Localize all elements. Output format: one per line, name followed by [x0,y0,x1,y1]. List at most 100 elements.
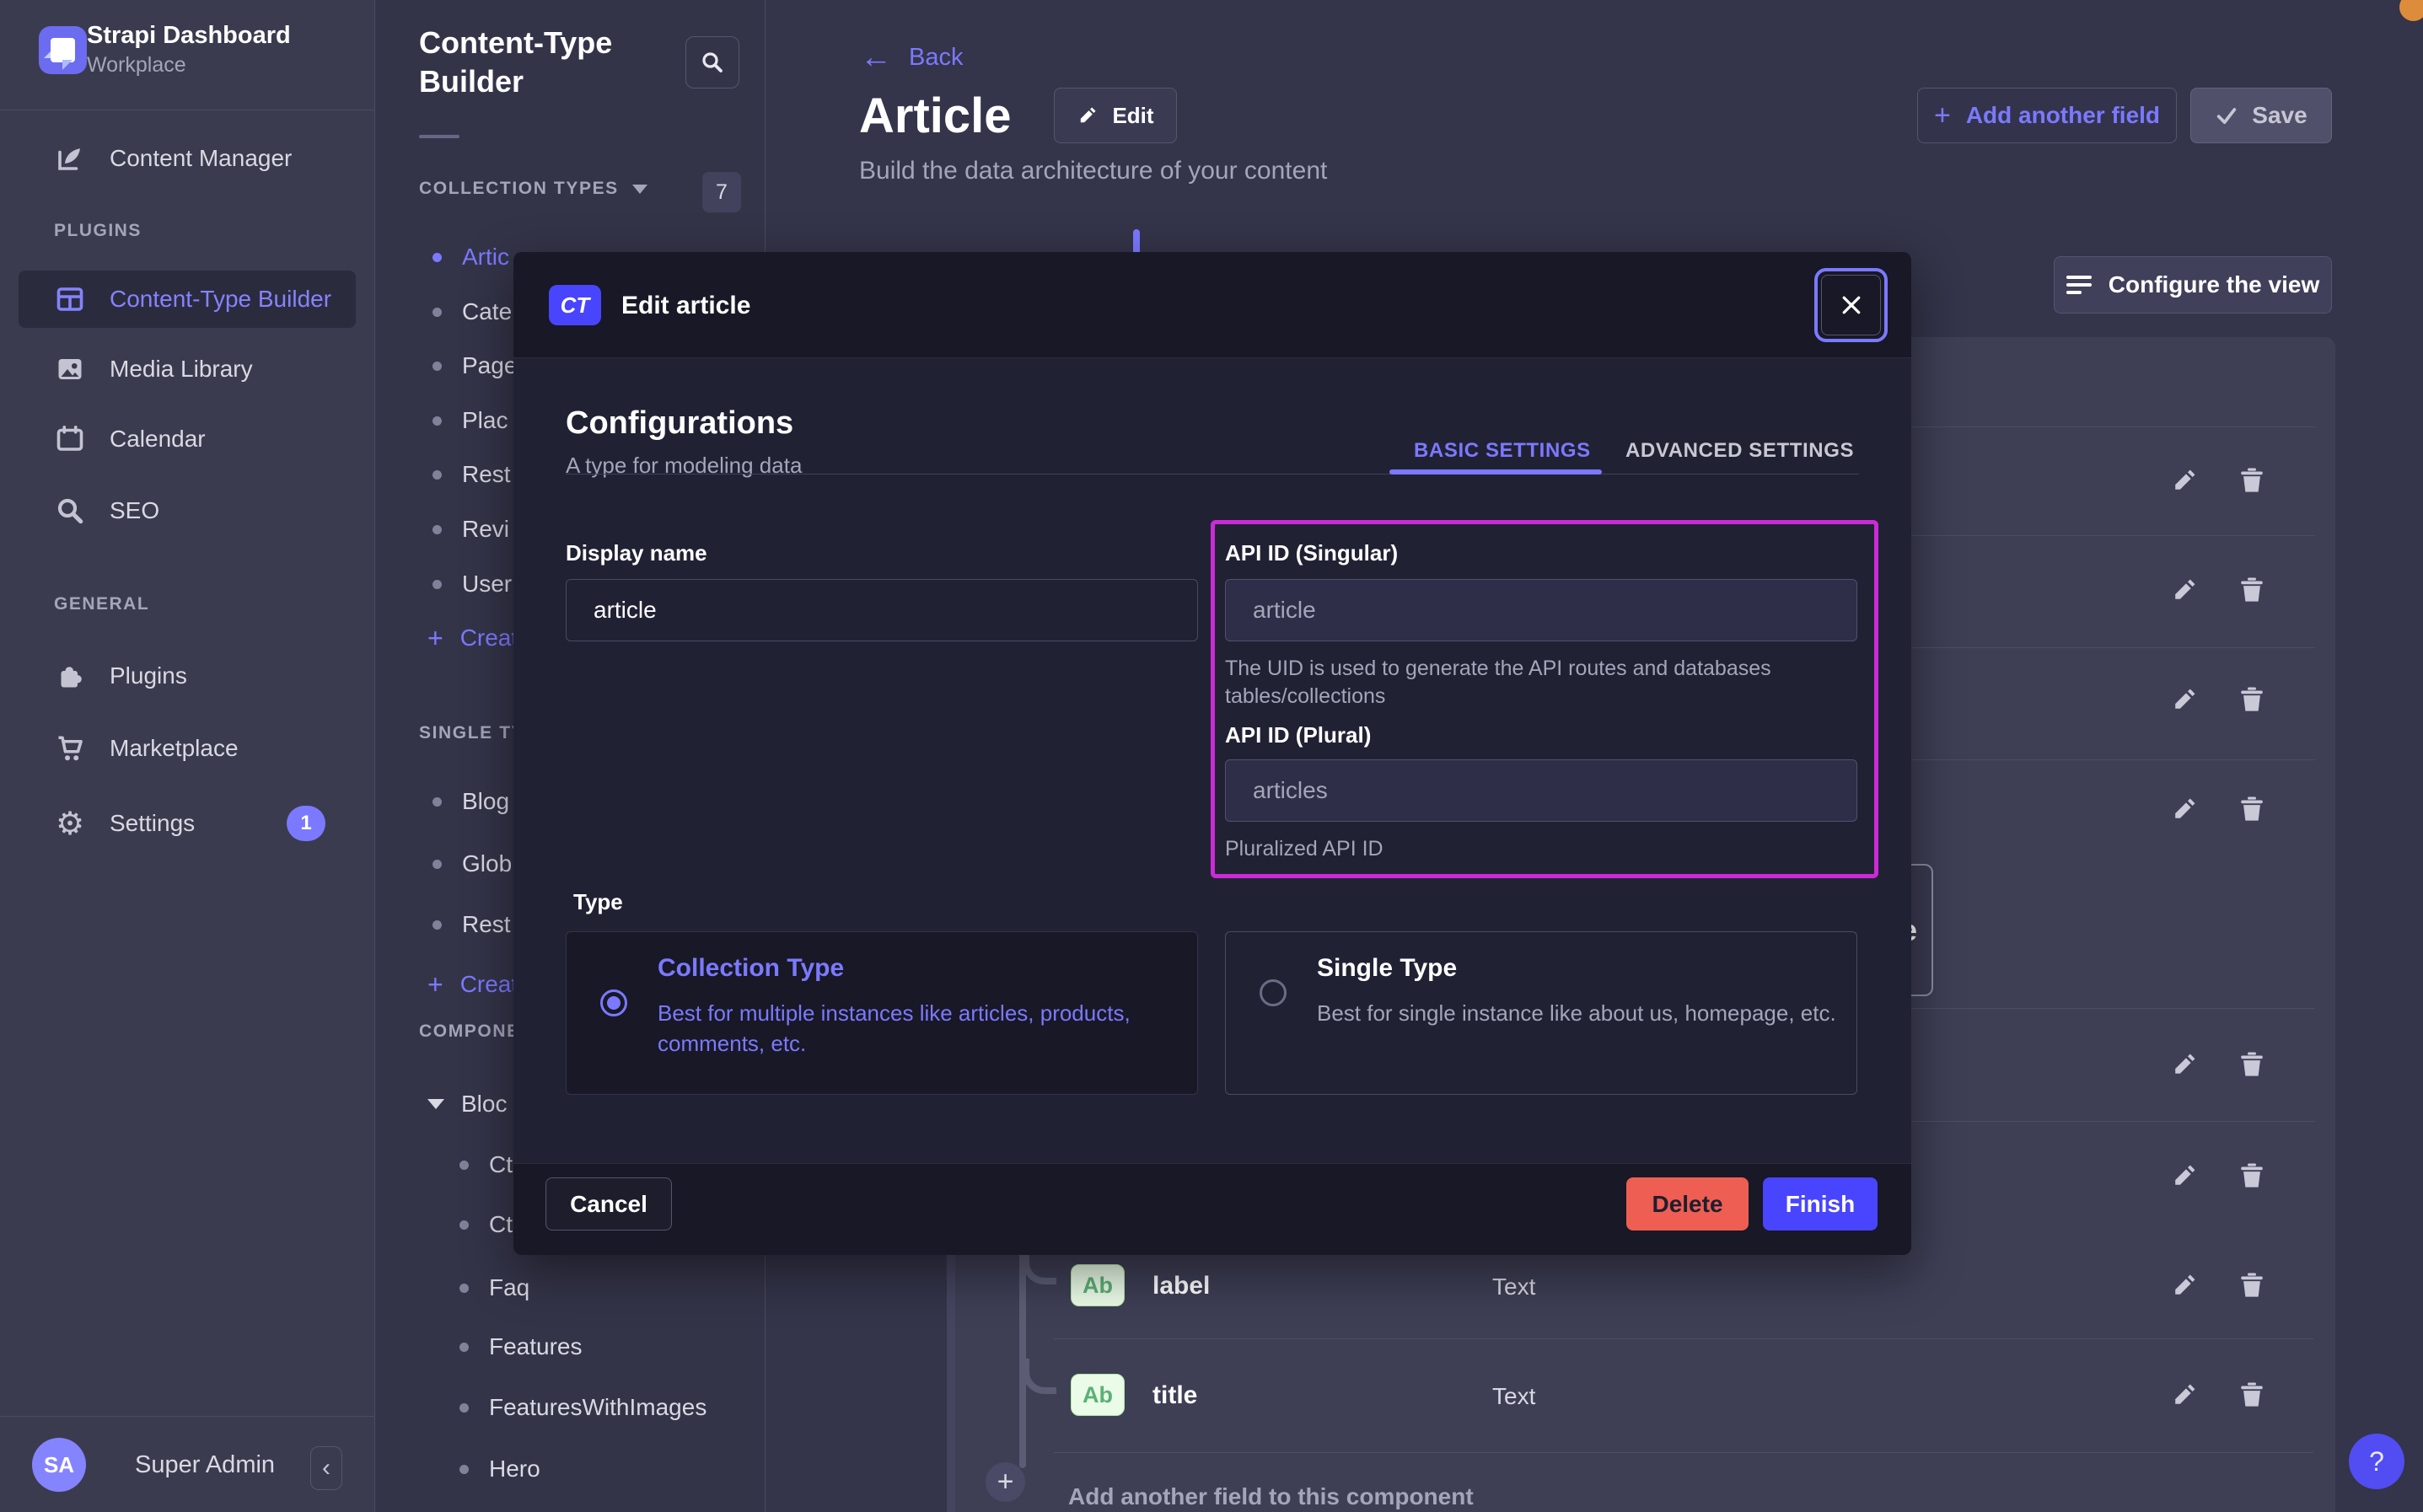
logo-square [51,38,75,62]
create-collection-type-link[interactable]: +Creat [427,621,518,655]
api-id-singular-input[interactable] [1225,579,1857,641]
strapi-logo[interactable] [39,26,87,74]
edit-row-button[interactable] [2168,1160,2200,1192]
collection-item-label: Rest [462,461,511,488]
components-header[interactable]: COMPONE [419,1021,520,1042]
close-button[interactable] [1821,275,1881,335]
sidebar-item-plugins[interactable]: Plugins [19,647,356,705]
configure-view-button[interactable]: Configure the view [2054,256,2332,314]
edit-row-button[interactable] [2168,1269,2200,1301]
user-name: Super Admin [135,1451,275,1479]
edit-row-button[interactable] [2168,793,2200,825]
tab-basic-settings[interactable]: BASIC SETTINGS [1414,439,1591,463]
finish-button[interactable]: Finish [1763,1177,1878,1231]
delete-row-button[interactable] [2236,1269,2268,1301]
help-button[interactable]: ? [2349,1434,2404,1489]
back-label: Back [909,44,963,72]
component-group-blocks[interactable]: Bloc [427,1087,507,1121]
sidebar-item-seo[interactable]: SEO [19,482,356,539]
cancel-button[interactable]: Cancel [545,1177,672,1231]
collection-item[interactable]: Rest [432,458,511,491]
delete-button[interactable]: Delete [1626,1177,1749,1231]
main-sidebar: Strapi Dashboard Workplace Content Manag… [0,0,375,1512]
tab-advanced-settings[interactable]: ADVANCED SETTINGS [1625,439,1854,463]
sidebar-item-media-library[interactable]: Media Library [19,340,356,398]
question-mark-icon: ? [2369,1446,2384,1477]
single-item[interactable]: Rest [432,908,511,941]
chevron-down-icon [632,185,647,194]
gear-icon: ⚙ [54,807,86,839]
save-label: Save [2252,102,2307,129]
add-field-to-component-button[interactable]: + [986,1462,1025,1502]
delete-row-button[interactable] [2236,793,2268,825]
edit-row-button[interactable] [2168,684,2200,716]
api-id-plural-input[interactable] [1225,759,1857,822]
row-actions [2168,574,2268,606]
add-field-to-component-label[interactable]: Add another field to this component [1068,1483,1474,1510]
bullet-icon [459,1284,469,1293]
component-item[interactable]: FeaturesWithImages [459,1391,706,1424]
component-item[interactable]: Ct [459,1148,513,1182]
collection-type-option[interactable]: Collection Type Best for multiple instan… [566,931,1198,1095]
collection-types-header[interactable]: COLLECTION TYPES [419,179,647,199]
bullet-icon [432,797,442,807]
row-actions [2168,793,2268,825]
single-item[interactable]: Blog [432,785,509,818]
sidebar-item-label: Content Manager [110,145,292,172]
collection-item[interactable]: Plac [432,404,508,437]
component-item[interactable]: Faq [459,1271,529,1305]
delete-row-button[interactable] [2236,1048,2268,1080]
single-types-header[interactable]: SINGLE TY [419,723,524,743]
collection-item[interactable]: Revi [432,512,509,546]
delete-row-button[interactable] [2236,574,2268,606]
text-field-badge: Ab [1071,1374,1125,1416]
radio-selected-icon[interactable] [600,989,627,1016]
pen-icon [54,142,86,174]
bullet-icon [459,1343,469,1352]
image-icon [54,353,86,385]
configure-label: Configure the view [2109,271,2319,298]
collapse-sidebar-button[interactable]: ‹ [310,1446,342,1490]
sidebar-item-marketplace[interactable]: Marketplace [19,720,356,777]
edit-row-button[interactable] [2168,1048,2200,1080]
tree-line-outer [947,1255,955,1512]
sidebar-item-settings[interactable]: ⚙ Settings 1 [19,795,356,852]
radio-unselected-icon[interactable] [1260,979,1287,1006]
edit-row-button[interactable] [2168,1379,2200,1411]
sidebar-item-label: SEO [110,497,159,524]
edit-row-button[interactable] [2168,464,2200,496]
edit-row-button[interactable] [2168,574,2200,606]
modal-footer: Cancel Delete Finish [513,1163,1911,1255]
single-type-option[interactable]: Single Type Best for single instance lik… [1225,931,1857,1095]
sidebar-item-calendar[interactable]: Calendar [19,410,356,468]
sidebar-item-content-manager[interactable]: Content Manager [19,130,356,187]
sidebar-section-plugins: PLUGINS [54,221,142,241]
user-avatar[interactable]: SA [32,1438,86,1492]
delete-row-button[interactable] [2236,1379,2268,1411]
component-item-label: Ct [489,1211,513,1238]
component-item[interactable]: Hero [459,1452,540,1486]
component-item[interactable]: Features [459,1330,583,1364]
search-button[interactable] [685,36,739,88]
collection-item-article[interactable]: Artic [432,240,509,274]
component-item-label: Features [489,1333,583,1360]
title-rule [419,135,459,138]
sidebar-item-content-type-builder[interactable]: Content-Type Builder [19,271,356,328]
display-name-input[interactable] [566,579,1198,641]
delete-row-button[interactable] [2236,464,2268,496]
single-item[interactable]: Glob [432,847,512,881]
sidebar-item-label: Content-Type Builder [110,286,331,313]
delete-row-button[interactable] [2236,684,2268,716]
add-another-field-button[interactable]: + Add another field [1917,88,2177,143]
collection-item-label: User [462,571,512,598]
save-button[interactable]: Save [2190,88,2332,143]
component-item[interactable]: Ct [459,1208,513,1241]
bullet-icon [432,470,442,480]
collection-item[interactable]: User [432,567,512,601]
sidebar-item-label: Marketplace [110,735,239,762]
delete-row-button[interactable] [2236,1160,2268,1192]
collection-item[interactable]: Page [432,349,517,383]
back-link[interactable]: ← Back [860,44,963,72]
collection-item[interactable]: Cate [432,295,512,329]
edit-button[interactable]: Edit [1054,88,1177,143]
